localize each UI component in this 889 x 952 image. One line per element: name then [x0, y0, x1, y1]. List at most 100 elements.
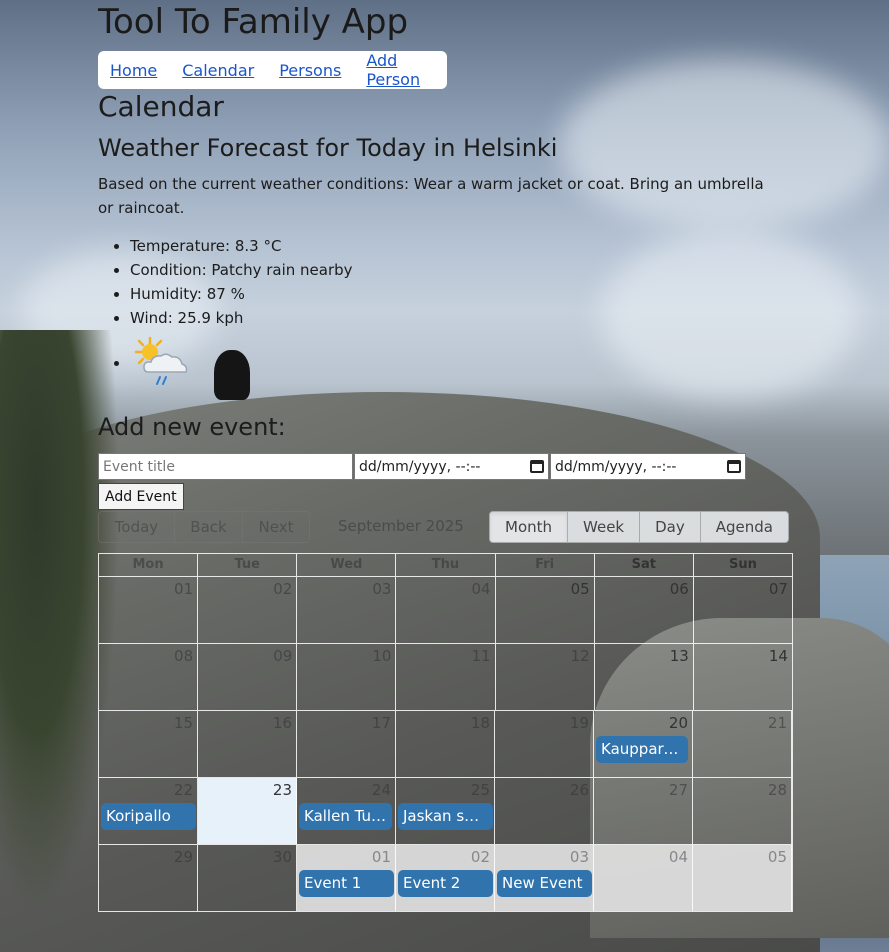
day-number[interactable]: 22 — [174, 781, 193, 799]
view-month-button[interactable]: Month — [490, 512, 569, 542]
day-number[interactable]: 27 — [669, 781, 688, 799]
day-number[interactable]: 06 — [670, 580, 689, 598]
view-day-button[interactable]: Day — [640, 512, 701, 542]
week-row: 22 23 24 25 26 27 28 Koripallo Kallen Tu… — [99, 777, 792, 844]
weather-humidity: Humidity: 87 % — [130, 282, 353, 306]
background-cloud — [600, 230, 860, 400]
day-number[interactable]: 14 — [769, 647, 788, 665]
navbar: Home Calendar Persons Add Person — [98, 51, 447, 89]
nav-link-calendar[interactable]: Calendar — [182, 61, 254, 80]
view-week-button[interactable]: Week — [568, 512, 641, 542]
day-cell[interactable]: 03 — [297, 577, 397, 643]
day-number[interactable]: 17 — [372, 714, 391, 732]
back-button[interactable]: Back — [175, 512, 243, 542]
day-cell[interactable]: 10 — [297, 644, 397, 710]
nav-link-persons[interactable]: Persons — [279, 61, 341, 80]
day-cell-today[interactable]: 23 — [198, 778, 297, 844]
day-number[interactable]: 01 — [372, 848, 391, 866]
day-cell[interactable]: 12 — [496, 644, 595, 710]
day-number[interactable]: 28 — [768, 781, 787, 799]
calendar-event[interactable]: Kallen Tuntiliikunta — [299, 803, 392, 830]
day-number[interactable]: 26 — [570, 781, 589, 799]
day-number[interactable]: 20 — [669, 714, 688, 732]
day-cell[interactable]: 05 — [496, 577, 595, 643]
day-number[interactable]: 05 — [571, 580, 590, 598]
day-number[interactable]: 11 — [471, 647, 490, 665]
day-number[interactable]: 19 — [570, 714, 589, 732]
day-cell[interactable]: 01 — [99, 577, 199, 643]
event-start-datetime[interactable]: dd/mm/yyyy, --:-- — [354, 453, 549, 480]
event-end-value: dd/mm/yyyy, --:-- — [555, 458, 677, 475]
day-number[interactable]: 23 — [273, 781, 292, 799]
weekday-label: Sun — [728, 557, 757, 572]
day-cell-next-month[interactable]: 05 — [693, 845, 792, 911]
day-number[interactable]: 18 — [471, 714, 490, 732]
day-cell-next-month[interactable]: 04 — [594, 845, 693, 911]
day-cell[interactable]: 13 — [595, 644, 694, 710]
day-cell[interactable]: 14 — [694, 644, 792, 710]
day-cell[interactable]: 08 — [99, 644, 199, 710]
day-cell[interactable]: 16 — [198, 711, 297, 777]
calendar-icon[interactable] — [727, 460, 741, 473]
day-number[interactable]: 07 — [769, 580, 788, 598]
day-number[interactable]: 04 — [669, 848, 688, 866]
day-number[interactable]: 21 — [768, 714, 787, 732]
add-event-title: Add new event: — [98, 413, 286, 441]
calendar-icon[interactable] — [530, 460, 544, 473]
day-number[interactable]: 04 — [471, 580, 490, 598]
day-cell[interactable]: 06 — [595, 577, 694, 643]
day-number[interactable]: 29 — [174, 848, 193, 866]
day-cell[interactable]: 30 — [198, 845, 297, 911]
day-number[interactable]: 08 — [174, 647, 193, 665]
day-number[interactable]: 09 — [273, 647, 292, 665]
page-title: Calendar — [98, 90, 224, 123]
day-number[interactable]: 25 — [471, 781, 490, 799]
day-number[interactable]: 01 — [174, 580, 193, 598]
nav-link-add-person[interactable]: Add Person — [366, 51, 422, 89]
weather-temperature: Temperature: 8.3 °C — [130, 234, 353, 258]
day-number[interactable]: 10 — [372, 647, 391, 665]
day-number[interactable]: 03 — [570, 848, 589, 866]
day-cell[interactable]: 15 — [99, 711, 198, 777]
calendar-event[interactable]: Jaskan synttärit — [398, 803, 493, 830]
day-number[interactable]: 02 — [471, 848, 490, 866]
calendar-event[interactable]: Kauppareissu — [596, 736, 688, 763]
event-end-datetime[interactable]: dd/mm/yyyy, --:-- — [550, 453, 746, 480]
day-number[interactable]: 13 — [670, 647, 689, 665]
day-cell[interactable]: 18 — [396, 711, 495, 777]
day-number[interactable]: 05 — [768, 848, 787, 866]
day-number[interactable]: 16 — [273, 714, 292, 732]
weather-title: Weather Forecast for Today in Helsinki — [98, 134, 558, 162]
day-cell[interactable]: 28 — [693, 778, 792, 844]
day-cell[interactable]: 11 — [396, 644, 496, 710]
day-number[interactable]: 15 — [174, 714, 193, 732]
day-cell[interactable]: 19 — [495, 711, 594, 777]
day-number[interactable]: 12 — [571, 647, 590, 665]
calendar-event[interactable]: Event 1 — [299, 870, 394, 897]
day-cell[interactable]: 04 — [396, 577, 496, 643]
day-number[interactable]: 30 — [273, 848, 292, 866]
event-title-input[interactable] — [98, 453, 353, 480]
month-grid: Mon Tue Wed Thu Fri Sat Sun 01 02 03 04 … — [98, 553, 793, 912]
view-agenda-button[interactable]: Agenda — [701, 512, 788, 542]
day-cell[interactable]: 29 — [99, 845, 198, 911]
day-cell[interactable]: 17 — [297, 711, 396, 777]
day-cell[interactable]: 07 — [694, 577, 792, 643]
day-cell[interactable]: 21 — [693, 711, 792, 777]
day-number[interactable]: 24 — [372, 781, 391, 799]
nav-link-home[interactable]: Home — [110, 61, 157, 80]
calendar-event[interactable]: Event 2 — [398, 870, 493, 897]
day-cell[interactable]: 26 — [495, 778, 594, 844]
day-cell[interactable]: 27 — [594, 778, 693, 844]
day-cell[interactable]: 09 — [198, 644, 298, 710]
calendar-event[interactable]: New Event — [497, 870, 592, 897]
day-number[interactable]: 02 — [273, 580, 292, 598]
weather-condition: Condition: Patchy rain nearby — [130, 258, 353, 282]
day-number[interactable]: 03 — [372, 580, 391, 598]
next-button[interactable]: Next — [243, 512, 309, 542]
day-cell[interactable]: 02 — [198, 577, 298, 643]
calendar-event[interactable]: Koripallo — [101, 803, 196, 830]
add-event-button[interactable]: Add Event — [98, 483, 184, 510]
today-button[interactable]: Today — [99, 512, 175, 542]
weekday-label: Sat — [595, 554, 694, 576]
